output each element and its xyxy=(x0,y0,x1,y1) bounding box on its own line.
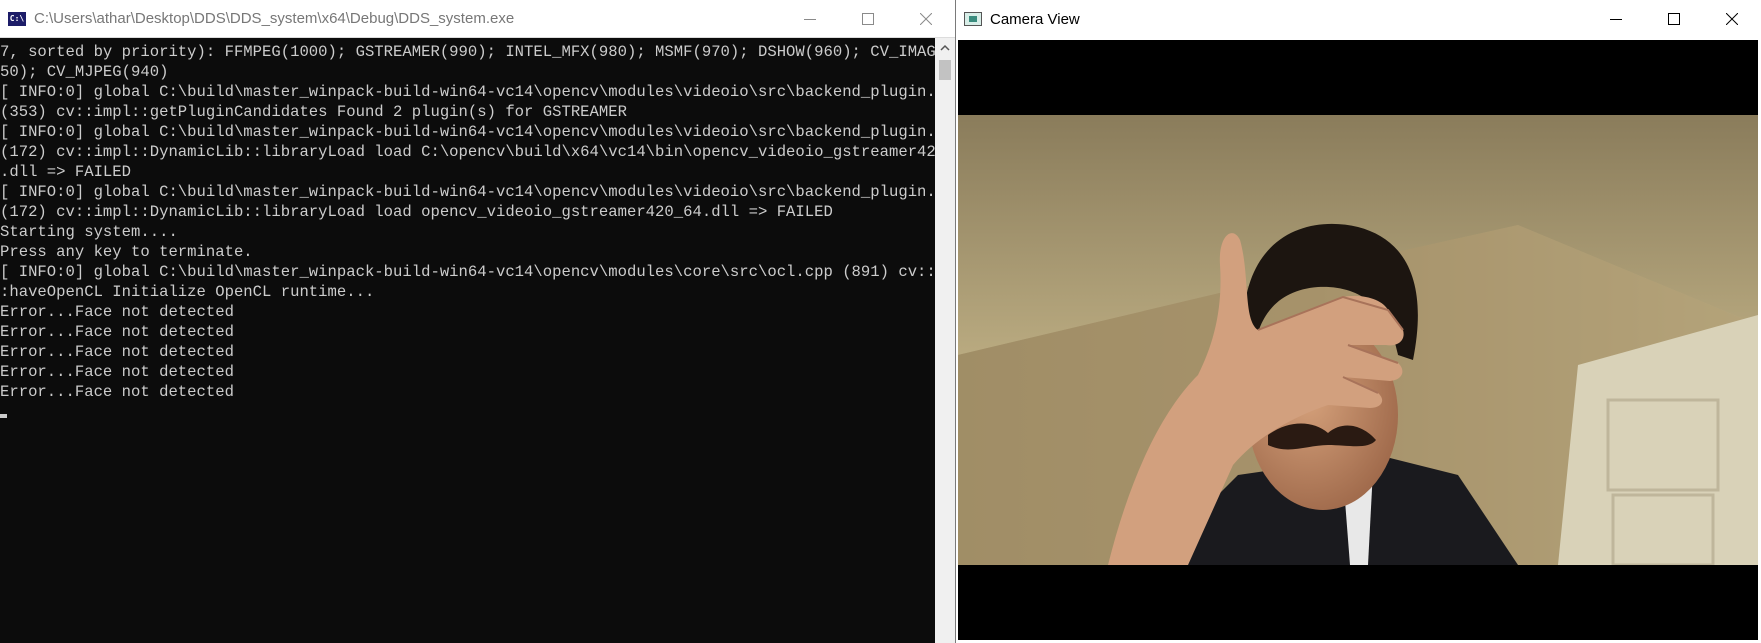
console-line: :haveOpenCL Initialize OpenCL runtime... xyxy=(0,283,375,301)
camera-maximize-button[interactable] xyxy=(1645,0,1703,38)
console-minimize-button[interactable] xyxy=(781,0,839,38)
console-line: Error...Face not detected xyxy=(0,363,234,381)
camera-frame xyxy=(958,115,1758,565)
close-icon xyxy=(920,13,932,25)
console-line: [ INFO:0] global C:\build\master_winpack… xyxy=(0,83,935,101)
camera-video-area xyxy=(958,40,1758,640)
console-scrollbar[interactable] xyxy=(935,38,955,643)
console-line: Error...Face not detected xyxy=(0,383,234,401)
console-line: 50); CV_MJPEG(940) xyxy=(0,63,169,81)
console-line: Press any key to terminate. xyxy=(0,243,253,261)
close-icon xyxy=(1726,13,1738,25)
chevron-up-icon xyxy=(940,44,950,51)
text-cursor xyxy=(0,414,7,418)
camera-close-button[interactable] xyxy=(1703,0,1761,38)
console-line: Error...Face not detected xyxy=(0,343,234,361)
console-line: 7, sorted by priority): FFMPEG(1000); GS… xyxy=(0,43,935,61)
camera-view-icon xyxy=(964,12,982,26)
scroll-thumb[interactable] xyxy=(939,60,951,80)
console-line: (172) cv::impl::DynamicLib::libraryLoad … xyxy=(0,203,833,221)
console-line: (353) cv::impl::getPluginCandidates Foun… xyxy=(0,103,627,121)
camera-title: Camera View xyxy=(990,10,1080,28)
console-lines: 7, sorted by priority): FFMPEG(1000); GS… xyxy=(0,38,935,402)
camera-titlebar[interactable]: Camera View xyxy=(956,0,1761,38)
camera-view-window: Camera View xyxy=(955,0,1761,643)
camera-minimize-button[interactable] xyxy=(1587,0,1645,38)
maximize-icon xyxy=(862,13,874,25)
console-title: C:\Users\athar\Desktop\DDS\DDS_system\x6… xyxy=(34,10,515,27)
console-line: [ INFO:0] global C:\build\master_winpack… xyxy=(0,183,935,201)
console-line: [ INFO:0] global C:\build\master_winpack… xyxy=(0,123,935,141)
console-line: [ INFO:0] global C:\build\master_winpack… xyxy=(0,263,935,281)
cmd-icon: C:\ xyxy=(8,11,26,26)
console-window: C:\ C:\Users\athar\Desktop\DDS\DDS_syste… xyxy=(0,0,955,643)
maximize-icon xyxy=(1668,13,1680,25)
cmd-icon-text: C:\ xyxy=(9,13,25,23)
console-maximize-button[interactable] xyxy=(839,0,897,38)
console-close-button[interactable] xyxy=(897,0,955,38)
camera-feed-image xyxy=(958,115,1758,565)
console-line: Error...Face not detected xyxy=(0,303,234,321)
console-titlebar[interactable]: C:\ C:\Users\athar\Desktop\DDS\DDS_syste… xyxy=(0,0,955,38)
minimize-icon xyxy=(1610,19,1622,20)
console-line: Error...Face not detected xyxy=(0,323,234,341)
scroll-up-button[interactable] xyxy=(935,38,955,58)
console-window-controls xyxy=(781,0,955,38)
minimize-icon xyxy=(804,19,816,20)
console-line: .dll => FAILED xyxy=(0,163,132,181)
console-line: Starting system.... xyxy=(0,223,178,241)
camera-window-controls xyxy=(1587,0,1761,38)
console-line: (172) cv::impl::DynamicLib::libraryLoad … xyxy=(0,143,935,161)
console-output[interactable]: 7, sorted by priority): FFMPEG(1000); GS… xyxy=(0,38,935,643)
